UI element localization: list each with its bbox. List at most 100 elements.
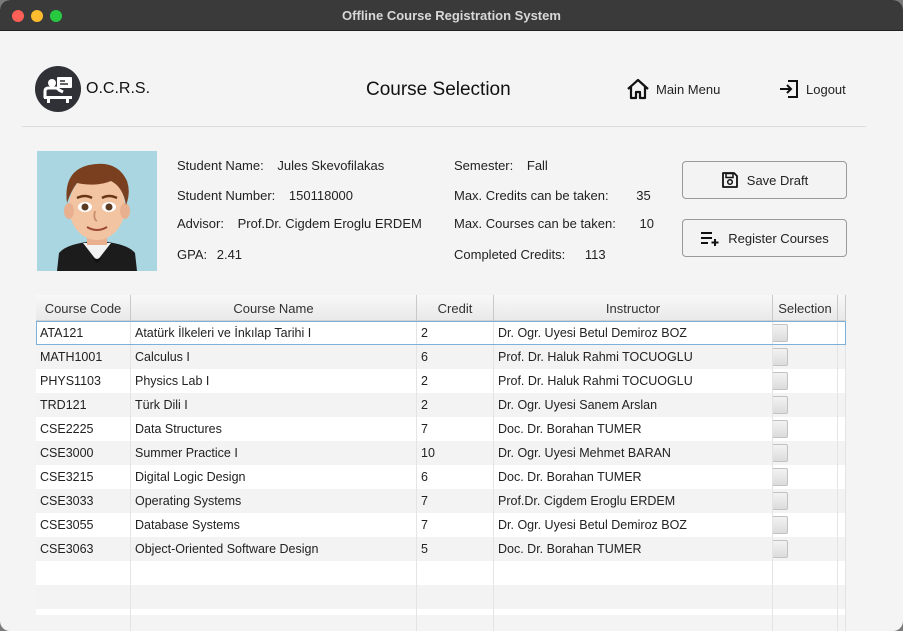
- instructor-cell: Dr. Ogr. Uyesi Betul Demiroz BOZ: [494, 321, 773, 345]
- main-menu-button[interactable]: Main Menu: [626, 76, 720, 102]
- selection-checkbox[interactable]: [773, 540, 788, 558]
- table-row[interactable]: CSE3033 Operating Systems 7 Prof.Dr. Cigdem…: [36, 489, 846, 513]
- course-table-header: Course Code Course Name Credit Instructo…: [36, 295, 846, 321]
- max-credits-value: 35: [636, 188, 651, 203]
- selection-checkbox[interactable]: [773, 516, 788, 534]
- minimize-window-button[interactable]: [31, 10, 43, 22]
- instructor-cell: Doc. Dr. Borahan TUMER: [494, 417, 773, 441]
- empty-cell: [494, 609, 773, 631]
- empty-cell: [773, 609, 838, 631]
- completed-credits-row: Completed Credits: 113: [454, 247, 606, 262]
- semester-label: Semester:: [454, 158, 514, 173]
- credit-cell: 6: [417, 465, 494, 489]
- course-code-cell: ATA121: [36, 321, 131, 345]
- register-courses-button[interactable]: Register Courses: [682, 219, 847, 257]
- table-row[interactable]: CSE3215 Digital Logic Design 6 Doc. Dr. Bor…: [36, 465, 846, 489]
- credit-cell: 5: [417, 537, 494, 561]
- empty-cell: [36, 609, 131, 631]
- max-courses-label: Max. Courses can be taken:: [454, 216, 616, 231]
- main-menu-label: Main Menu: [656, 81, 721, 97]
- course-name-cell: Object-Oriented Software Design: [131, 537, 417, 561]
- course-code-cell: CSE3215: [36, 465, 131, 489]
- column-header-credit[interactable]: Credit: [417, 295, 494, 321]
- table-row[interactable]: TRD121 Türk Dili I 2 Dr. Ogr. Uyesi Sanem A…: [36, 393, 846, 417]
- column-header-selection[interactable]: Selection: [773, 295, 838, 321]
- window-title: Offline Course Registration System: [342, 7, 561, 23]
- max-courses-value: 10: [639, 216, 654, 231]
- max-courses-row: Max. Courses can be taken: 10: [454, 216, 654, 231]
- selection-checkbox[interactable]: [773, 372, 788, 390]
- row-spacer: [838, 369, 846, 393]
- course-name-cell: Database Systems: [131, 513, 417, 537]
- student-name-label: Student Name:: [177, 158, 264, 173]
- selection-checkbox[interactable]: [773, 348, 788, 366]
- empty-cell: [36, 585, 131, 609]
- selection-checkbox[interactable]: [773, 396, 788, 414]
- student-name-value: Jules Skevofilakas: [277, 158, 385, 173]
- maximize-window-button[interactable]: [50, 10, 62, 22]
- course-code-cell: PHYS1103: [36, 369, 131, 393]
- row-spacer: [838, 441, 846, 465]
- selection-cell: [773, 393, 838, 417]
- empty-cell: [838, 609, 846, 631]
- course-code-cell: CSE3055: [36, 513, 131, 537]
- gpa-row: GPA: 2.41: [177, 247, 242, 262]
- max-credits-label: Max. Credits can be taken:: [454, 188, 609, 203]
- credit-cell: 7: [417, 417, 494, 441]
- selection-checkbox[interactable]: [773, 420, 788, 438]
- gpa-label: GPA:: [177, 247, 208, 262]
- column-header-course-name[interactable]: Course Name: [131, 295, 417, 321]
- course-code-cell: MATH1001: [36, 345, 131, 369]
- selection-cell: [773, 345, 838, 369]
- table-row[interactable]: ATA121 Atatürk İlkeleri ve İnkılap Tarihi…: [36, 321, 846, 345]
- credit-cell: 7: [417, 489, 494, 513]
- empty-cell: [131, 609, 417, 631]
- close-window-button[interactable]: [12, 10, 24, 22]
- logout-button[interactable]: Logout: [778, 76, 846, 102]
- credit-cell: 6: [417, 345, 494, 369]
- column-header-instructor[interactable]: Instructor: [494, 295, 773, 321]
- instructor-cell: Dr. Ogr. Uyesi Sanem Arslan: [494, 393, 773, 417]
- selection-cell: [773, 441, 838, 465]
- selection-checkbox[interactable]: [773, 492, 788, 510]
- table-row[interactable]: CSE3055 Database Systems 7 Dr. Ogr. Uyesi B…: [36, 513, 846, 537]
- course-table-body: ATA121 Atatürk İlkeleri ve İnkılap Tarihi…: [36, 321, 846, 631]
- save-icon: [721, 172, 738, 188]
- table-row[interactable]: CSE3000 Summer Practice I 10 Dr. Ogr. Uyesi…: [36, 441, 846, 465]
- save-draft-button[interactable]: Save Draft: [682, 161, 847, 199]
- course-name-cell: Operating Systems: [131, 489, 417, 513]
- max-credits-row: Max. Credits can be taken: 35: [454, 188, 651, 203]
- selection-checkbox[interactable]: [773, 324, 788, 342]
- course-name-cell: Summer Practice I: [131, 441, 417, 465]
- empty-cell: [838, 561, 846, 585]
- course-code-cell: CSE3063: [36, 537, 131, 561]
- row-spacer: [838, 513, 846, 537]
- row-spacer: [838, 417, 846, 441]
- selection-checkbox[interactable]: [773, 468, 788, 486]
- course-code-cell: TRD121: [36, 393, 131, 417]
- course-code-cell: CSE3033: [36, 489, 131, 513]
- table-row[interactable]: PHYS1103 Physics Lab I 2 Prof. Dr. Haluk Ra…: [36, 369, 846, 393]
- instructor-cell: Prof.Dr. Cigdem Eroglu ERDEM: [494, 489, 773, 513]
- table-row[interactable]: CSE3063 Object-Oriented Software Design 5 D…: [36, 537, 846, 561]
- selection-cell: [773, 489, 838, 513]
- table-row[interactable]: CSE2225 Data Structures 7 Doc. Dr. Borahan …: [36, 417, 846, 441]
- brand-name: O.C.R.S.: [86, 80, 151, 97]
- credit-cell: 2: [417, 369, 494, 393]
- instructor-cell: Doc. Dr. Borahan TUMER: [494, 537, 773, 561]
- instructor-cell: Prof. Dr. Haluk Rahmi TOCUOGLU: [494, 369, 773, 393]
- course-name-cell: Data Structures: [131, 417, 417, 441]
- column-header-course-code[interactable]: Course Code: [36, 295, 131, 321]
- selection-checkbox[interactable]: [773, 444, 788, 462]
- course-name-cell: Physics Lab I: [131, 369, 417, 393]
- empty-table-row: [36, 561, 846, 585]
- row-spacer: [838, 489, 846, 513]
- student-number-label: Student Number:: [177, 188, 276, 203]
- credit-cell: 10: [417, 441, 494, 465]
- table-row[interactable]: MATH1001 Calculus I 6 Prof. Dr. Haluk Rahmi…: [36, 345, 846, 369]
- save-draft-label: Save Draft: [746, 172, 809, 188]
- empty-cell: [773, 561, 838, 585]
- completed-credits-value: 113: [584, 247, 606, 262]
- selection-cell: [773, 465, 838, 489]
- empty-table-row: [36, 609, 846, 631]
